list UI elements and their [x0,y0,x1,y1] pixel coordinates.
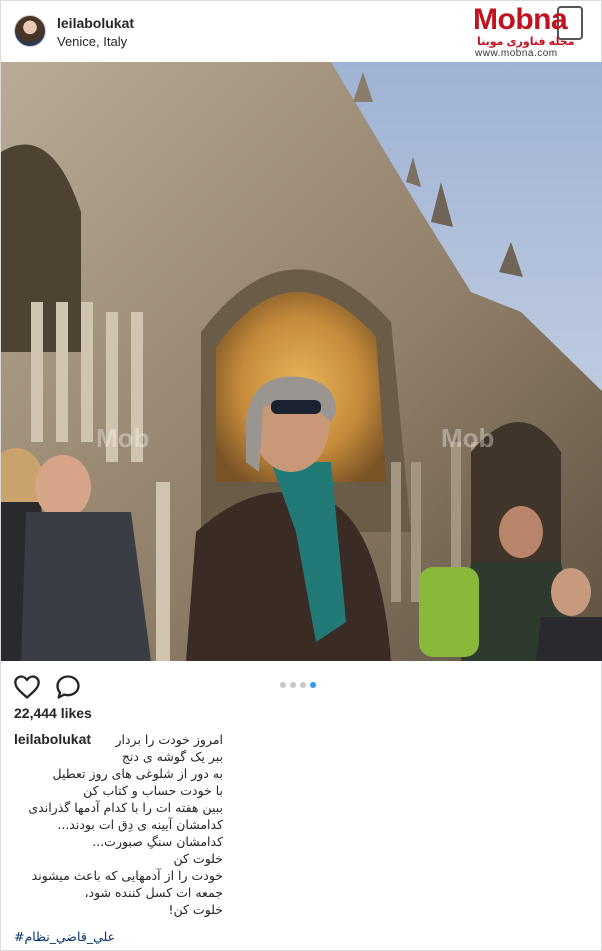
post-username[interactable]: leilabolukat [57,15,134,31]
svg-text:Mob: Mob [441,423,494,453]
caption-line: خلوت کن! [168,902,224,917]
svg-text:Mob: Mob [96,423,149,453]
caption-line: به دور از شلوغی های روز تعطیل [52,766,224,781]
caption-line: خلوت کن [173,851,224,866]
caption-line: جمعه ات کسل کننده شود، [84,885,224,900]
carousel-dot-active[interactable] [310,682,316,688]
comment-bubble-icon[interactable] [54,673,82,701]
instagram-post: leilabolukat Venice, Italy Mobna مجله فن… [0,0,602,951]
watermark-url: www.mobna.com [475,48,558,59]
avatar[interactable] [14,15,46,47]
carousel-dot[interactable] [280,682,286,688]
watermark-brand: Mobna [473,3,568,36]
watermark-logo: Mobna مجله فناوری موبنا www.mobna.com [473,3,601,61]
carousel-indicator [280,675,320,688]
photo-illustration: Mob Mob [1,62,602,661]
caption-line: ببین هفته ات را با کدام آدمها گذراندی [28,800,224,815]
post-location[interactable]: Venice, Italy [57,34,127,49]
watermark-subtitle: مجله فناوری موبنا [477,36,575,48]
post-header: leilabolukat Venice, Italy Mobna مجله فن… [1,1,602,61]
likes-count[interactable]: 22,444 likes [14,705,92,721]
caption-hashtag[interactable]: #علي_قاضي_نظام [14,929,115,944]
heart-icon[interactable] [13,673,41,701]
caption-line: با خودت حساب و کتاب کن [83,783,224,798]
caption-line: کدامشان آیینه ی دِق ات بودند... [57,817,224,832]
caption-line: خودت را از آدمهایی که باعث میشوند [31,868,224,883]
caption-text: امروز خودت را بردار ببر یک گوشه ی دنج به… [14,731,223,918]
carousel-dot[interactable] [290,682,296,688]
caption-line: امروز خودت را بردار [115,732,224,747]
post-photo[interactable]: Mob Mob [1,62,602,661]
caption-line: کدامشان سنگِ صبورت... [92,834,224,849]
carousel-dot[interactable] [300,682,306,688]
caption-line: ببر یک گوشه ی دنج [121,749,224,764]
